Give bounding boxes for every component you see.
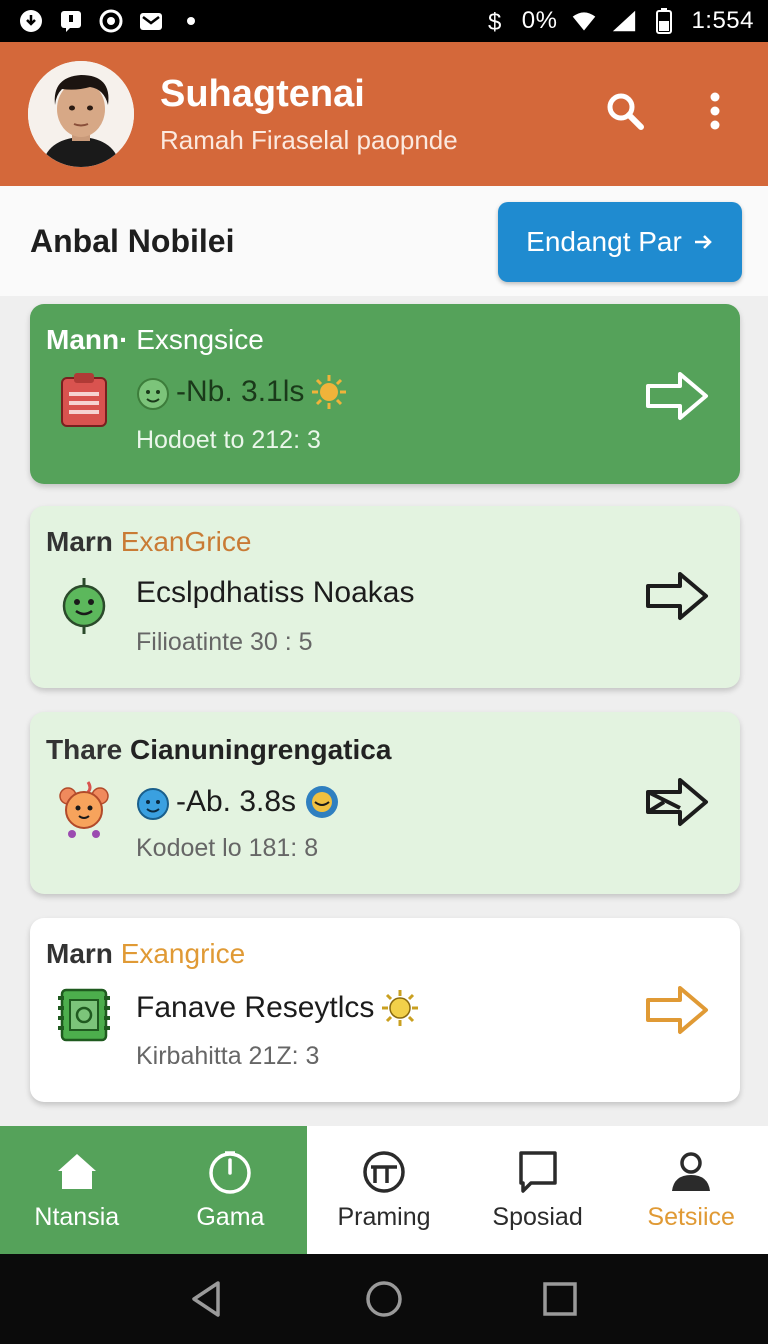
header-actions [600,86,740,136]
list-card[interactable]: Thare Cianuningrengatica -Ab. 3.8s Kodoe… [30,712,740,894]
page-subtitle: Ramah Firaselal paopnde [160,125,458,155]
section-title: Anbal Nobilei [30,222,235,259]
avatar[interactable] [28,61,134,167]
card-eyebrow-tag: ExanGrice [120,526,252,557]
card-eyebrow-name: Marn [46,526,113,557]
home-circle-icon[interactable] [362,1277,406,1321]
arrow-right-icon[interactable] [642,366,712,426]
chat-icon [518,1150,557,1193]
bottom-navigation: Ntansia Gama Praming Sposiad Setsiice [0,1126,768,1254]
app-screen: $ 0% 1:554 Suhagtenai Ramah Firaselal pa… [0,0,768,1344]
signal-icon [611,8,637,34]
clipboard-icon [61,373,107,427]
nav-item-home[interactable]: Ntansia [0,1126,154,1254]
card-eyebrow-tag: Exsngsice [136,324,264,355]
arrow-right-icon[interactable] [642,566,712,626]
clock: 1:554 [691,7,754,34]
nav-item-chat[interactable]: Sposiad [461,1126,615,1254]
card-sub-line: Kirbahitta 21Z: 3 [136,1042,320,1070]
card-eyebrow-name: Marn [46,938,113,969]
search-icon [607,93,644,130]
card-main-line: Fanave Reseytlcs [136,988,420,1028]
planner-icon [363,1150,405,1193]
card-eyebrow-name: Mann· [46,324,129,355]
card-eyebrow-tag: Cianuningrengatica [130,734,392,765]
card-main-line: -Ab. 3.8s [136,782,342,822]
nav-label: Praming [337,1202,431,1231]
app-header: Suhagtenai Ramah Firaselal paopnde [0,42,768,186]
more-vert-icon [710,92,720,130]
dot-icon [178,8,204,34]
card-main-text: -Ab. 3.8s [176,785,297,818]
svg-text:$: $ [488,9,501,34]
battery-icon [651,8,677,34]
film-icon [58,988,110,1042]
card-eyebrow-name: Thare [46,734,123,765]
header-text: Suhagtenai Ramah Firaselal paopnde [160,71,458,157]
card-main-line: Ecslpdhatiss Noakas [136,576,414,610]
status-left-icons [18,8,204,34]
list-card[interactable]: Marn ExanGrice Ecslpdhatiss Noakas Filio… [30,506,740,688]
smiley-icon [137,788,169,820]
section-header: Anbal Nobilei Endangt Par [0,186,768,296]
status-right-icons: $ 0% 1:554 [482,7,754,35]
arrow-right-icon[interactable] [642,980,712,1040]
bear-icon [59,781,109,838]
dollar-icon: $ [482,8,508,34]
search-button[interactable] [600,86,650,136]
nav-label: Gama [196,1202,265,1231]
smiley-icon [137,378,169,410]
page-title: Suhagtenai [160,73,365,115]
notification-icon [18,8,44,34]
gear-icon [306,786,339,818]
nav-label: Ntansia [34,1202,120,1231]
message-icon [58,8,84,34]
sun-icon [312,375,347,409]
send-arrow-icon[interactable] [642,772,712,832]
card-eyebrow: Mann· Exsngsice [46,324,264,356]
record-icon [98,8,124,34]
recents-icon[interactable] [538,1277,582,1321]
list-card[interactable]: Mann· Exsngsice -Nb. 3.1ls Hodoet to 212… [30,304,740,484]
person-icon [672,1151,711,1191]
frog-icon [62,578,106,634]
card-eyebrow: Thare Cianuningrengatica [46,734,391,766]
list-card[interactable]: Marn Exangrice Fanave Reseytlcs Kirbahit… [30,918,740,1102]
card-main-text: -Nb. 3.1ls [176,375,305,408]
more-options-button[interactable] [690,86,740,136]
card-main-line: -Nb. 3.1ls [136,372,348,412]
timer-icon [209,1150,252,1194]
nav-label: Sposiad [492,1202,583,1231]
card-sub-line: Kodoet lo 181: 8 [136,834,319,862]
nav-label: Setsiice [647,1202,735,1231]
cta-label: Endangt Par [526,226,682,257]
sun-icon [382,990,419,1026]
status-bar: $ 0% 1:554 [0,0,768,42]
arrow-right-icon [694,235,712,249]
wifi-icon [571,8,597,34]
nav-item-timer[interactable]: Gama [153,1126,308,1254]
home-icon [57,1153,96,1189]
battery-percent: 0% [521,7,558,34]
cta-button[interactable]: Endangt Par [498,202,742,282]
card-eyebrow-tag: Exangrice [120,938,246,969]
card-main-text: Fanave Reseytlcs [136,991,375,1024]
card-sub-line: Filioatinte 30 : 5 [136,628,313,656]
back-icon[interactable] [186,1277,230,1321]
nav-item-planner[interactable]: Praming [307,1126,461,1254]
card-main-text: Ecslpdhatiss Noakas [136,576,415,609]
card-sub-line: Hodoet to 212: 3 [136,426,321,454]
card-eyebrow: Marn ExanGrice [46,526,251,558]
system-navigation-bar [0,1254,768,1344]
mail-icon [138,8,164,34]
card-eyebrow: Marn Exangrice [46,938,245,970]
nav-item-settings[interactable]: Setsiice [614,1126,768,1254]
